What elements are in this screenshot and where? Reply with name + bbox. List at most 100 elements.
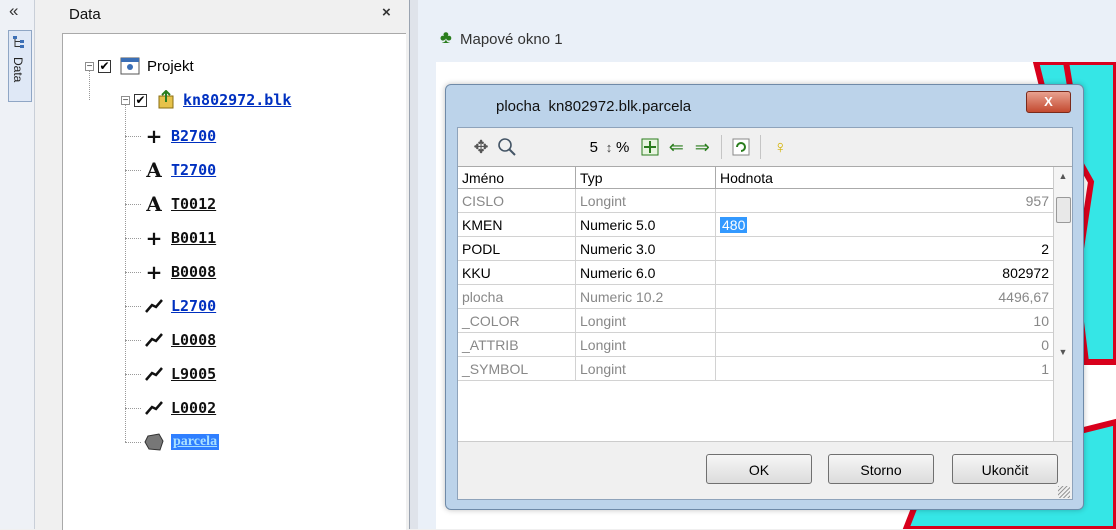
zoom-input[interactable]: 5 [520,139,598,156]
tree-node-t0012[interactable]: A T0012 [143,192,216,216]
cell-value[interactable]: 1 [716,357,1054,381]
scroll-down-arrow-icon[interactable]: ▼ [1054,343,1072,361]
plus-icon: + [145,226,163,250]
dialog-toolbar: ✥ 5 ↕ % ⇐ ⇒ ♀ [458,128,1072,166]
dialog-title: plocha kn802972.blk.parcela [496,98,692,115]
collapse-node-toggle[interactable]: − [85,61,94,71]
tree-node-label: L2700 [171,297,217,315]
tree-node-label: B2700 [171,127,217,145]
projekt-checkbox[interactable]: ✔ [98,59,111,73]
data-tab[interactable]: Data [8,30,32,102]
tree-node-label: L0002 [171,399,217,417]
text-icon: A [146,192,162,216]
map-window-icon: ♣ [440,27,452,47]
tree-node-b2700[interactable]: + B2700 [143,124,217,148]
line-icon [143,296,165,316]
cell-value[interactable]: 957 [716,189,1054,213]
tree-node-label: T2700 [171,161,217,179]
dialog-button-bar: OK Storno Ukončit [458,441,1072,500]
collapse-panel-button[interactable]: « [9,2,18,20]
tree-node-label: T0012 [171,195,217,213]
layer-checkbox[interactable]: ✔ [134,93,147,107]
dialog-body: ✥ 5 ↕ % ⇐ ⇒ ♀ Jméno Typ Hodnota CISLO Lo… [457,127,1073,500]
tree-node-label: kn802972.blk [183,91,292,109]
cell-value[interactable]: 0 [716,333,1054,357]
dialog-close-button[interactable]: X [1026,91,1071,113]
cell-type: Numeric 10.2 [576,285,716,309]
cell-value[interactable]: 2 [716,237,1054,261]
selected-value-text[interactable]: 480 [720,217,748,233]
cell-value[interactable]: 4496,67 [716,285,1054,309]
cell-type: Numeric 3.0 [576,237,716,261]
cell-type: Longint [576,309,716,333]
tree-node-b0011[interactable]: + B0011 [143,226,217,250]
lightbulb-icon[interactable]: ♀ [767,134,793,160]
table-scrollbar[interactable]: ▲ ▼ [1053,167,1072,442]
column-header-name[interactable]: Jméno [458,167,576,189]
scrollbar-thumb[interactable] [1056,197,1071,223]
zoom-icon[interactable] [494,134,520,160]
zoom-spinner[interactable]: ↕ [602,140,616,155]
tree-node-label: Projekt [147,57,194,75]
project-icon [119,56,141,76]
data-panel: Data × − ✔ Projekt − ✔ kn802972.blk + B2… [35,0,409,530]
cell-value[interactable]: 802972 [716,261,1054,285]
collapse-node-toggle[interactable]: − [121,95,130,105]
tree-node-b0008[interactable]: + B0008 [143,260,217,284]
move-icon[interactable]: ✥ [468,134,494,160]
column-header-type[interactable]: Typ [576,167,716,189]
panel-title: Data [69,6,101,23]
plus-icon: + [145,260,163,284]
tree-node-l0008[interactable]: L0008 [143,328,216,352]
tree-node-label: L9005 [171,365,217,383]
close-panel-button[interactable]: × [382,4,391,21]
plus-icon: + [145,124,163,148]
cell-type: Numeric 6.0 [576,261,716,285]
column-header-value[interactable]: Hodnota [716,167,1054,189]
zoom-extent-icon[interactable] [637,134,663,160]
cell-type: Longint [576,189,716,213]
tree-node-label: B0008 [171,263,217,281]
side-tab-strip: « Data [0,0,35,529]
tree-node-label: parcela [171,434,220,450]
refresh-icon[interactable] [728,134,754,160]
zoom-unit: % [616,138,630,156]
cell-name: KKU [458,261,576,285]
tree-node-layer[interactable]: − ✔ kn802972.blk [121,88,291,112]
data-tab-label: Data [11,57,25,83]
cell-name: PODL [458,237,576,261]
tree-node-l0002[interactable]: L0002 [143,396,216,420]
tree-node-l2700[interactable]: L2700 [143,294,216,318]
map-window-title: Mapové okno 1 [460,31,563,48]
layer-tree: − ✔ Projekt − ✔ kn802972.blk + B2700 A T… [62,33,406,530]
tree-node-parcela[interactable]: parcela [143,430,220,454]
cell-value[interactable]: 10 [716,309,1054,333]
tree-node-t2700[interactable]: A T2700 [143,158,216,182]
cell-value-editing[interactable]: 480 [716,213,1054,237]
toolbar-separator [721,135,723,159]
tree-node-projekt[interactable]: − ✔ Projekt [85,54,194,78]
arrow-right-icon[interactable]: ⇒ [689,134,715,160]
cell-name: plocha [458,285,576,309]
cell-name: _ATTRIB [458,333,576,357]
attributes-dialog: plocha kn802972.blk.parcela X ✥ 5 ↕ % ⇐ … [445,84,1084,510]
line-icon [143,398,165,418]
resize-grip-icon[interactable] [1058,486,1070,498]
cell-name: _SYMBOL [458,357,576,381]
ok-button[interactable]: OK [706,454,812,484]
tree-node-l9005[interactable]: L9005 [143,362,216,386]
scroll-up-arrow-icon[interactable]: ▲ [1054,167,1072,185]
line-icon [143,330,165,350]
cell-name: CISLO [458,189,576,213]
arrow-left-icon[interactable]: ⇐ [663,134,689,160]
toolbar-separator [760,135,762,159]
cancel-button[interactable]: Storno [828,454,934,484]
cell-type: Longint [576,333,716,357]
text-icon: A [146,158,162,182]
polygon-icon [143,432,165,452]
cell-name: KMEN [458,213,576,237]
tree-node-label: L0008 [171,331,217,349]
tree-icon [13,36,24,48]
close-button[interactable]: Ukončit [952,454,1058,484]
cell-type: Longint [576,357,716,381]
